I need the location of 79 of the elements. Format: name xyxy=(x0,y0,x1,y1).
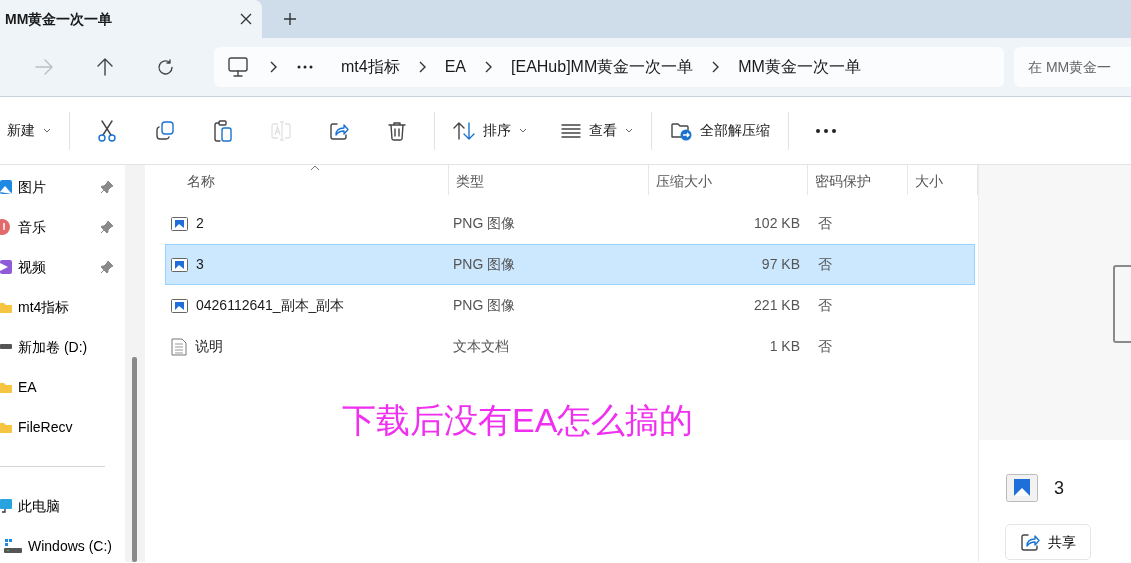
sidebar-item[interactable]: Windows (C:) xyxy=(0,526,125,562)
file-name: 2 xyxy=(196,214,204,233)
share-icon xyxy=(1020,532,1040,552)
password-status: 否 xyxy=(818,337,832,356)
drive-icon xyxy=(4,538,22,554)
sidebar-item[interactable]: 新加卷 (D:) xyxy=(0,327,125,367)
menu-button[interactable]: 查看 xyxy=(551,110,643,151)
chevron-icon xyxy=(270,61,277,73)
image-file-icon xyxy=(171,257,188,272)
image-file-icon xyxy=(1006,474,1038,502)
close-icon[interactable] xyxy=(240,13,252,25)
file-name: 说明 xyxy=(195,337,223,356)
sidebar-item[interactable]: mt4指标 xyxy=(0,287,125,327)
sidebar-item[interactable]: FileRecv xyxy=(0,407,125,447)
drive-icon xyxy=(0,344,12,350)
picture-icon xyxy=(0,179,12,195)
sidebar-item[interactable]: 音乐 xyxy=(0,207,125,247)
image-file-icon xyxy=(171,216,188,231)
file-row[interactable]: 2 PNG 图像 102 KB 否 xyxy=(165,203,975,244)
folder-icon xyxy=(0,420,12,434)
file-row[interactable]: 3 PNG 图像 97 KB 否 xyxy=(165,244,975,285)
breadcrumb-item[interactable]: MM黄金一次一单 xyxy=(727,55,872,79)
folder-extract-icon xyxy=(670,120,692,141)
sidebar-item[interactable]: 此电脑 xyxy=(0,486,125,526)
folder-icon xyxy=(0,380,12,394)
extract-all-button[interactable]: 全部解压缩 xyxy=(660,110,780,151)
computer-icon xyxy=(0,498,12,514)
window-tab[interactable]: MM黄金一次一单 xyxy=(0,0,262,38)
new-tab-icon[interactable] xyxy=(283,12,297,26)
share-button[interactable]: 共享 xyxy=(1005,524,1091,560)
file-name: 3 xyxy=(196,255,204,274)
chevron-icon xyxy=(485,61,492,73)
column-header[interactable]: 名称 xyxy=(145,165,450,195)
menu-button[interactable]: 新建 xyxy=(4,110,61,151)
caret-icon xyxy=(43,128,51,133)
file-name: 0426112641_副本_副本 xyxy=(196,296,345,315)
menu-button[interactable]: 排序 xyxy=(443,110,537,151)
music-icon xyxy=(0,219,12,235)
password-status: 否 xyxy=(818,296,832,315)
caret-icon xyxy=(519,128,527,133)
file-size: 1 KB xyxy=(768,337,800,356)
file-row[interactable]: 0426112641_副本_副本 PNG 图像 221 KB 否 xyxy=(165,285,975,326)
sidebar-item[interactable]: EA xyxy=(0,367,125,407)
password-status: 否 xyxy=(818,214,832,233)
file-type: 文本文档 xyxy=(452,337,510,356)
file-size: 102 KB xyxy=(753,214,800,233)
breadcrumb-item[interactable]: [EAHub]MM黄金一次一单 xyxy=(500,55,705,79)
search-field[interactable]: 在 MM黄金一 xyxy=(1014,47,1131,87)
preview-file-name: 3 xyxy=(1054,476,1064,500)
caret-icon xyxy=(625,128,633,133)
folder-icon xyxy=(0,300,12,314)
image-file-icon xyxy=(171,298,188,313)
computer-icon[interactable] xyxy=(228,57,248,77)
tab-title: MM黄金一次一单 xyxy=(5,9,113,29)
column-header[interactable]: 类型 xyxy=(449,165,649,195)
sidebar-item[interactable]: 视频 xyxy=(0,247,125,287)
chevron-icon xyxy=(712,61,720,73)
file-type: PNG 图像 xyxy=(452,255,517,274)
breadcrumb-item[interactable]: mt4指标 xyxy=(327,55,411,79)
file-size: 221 KB xyxy=(753,296,800,315)
file-type: PNG 图像 xyxy=(452,296,517,315)
file-type: PNG 图像 xyxy=(452,214,517,233)
file-row[interactable]: 说明 文本文档 1 KB 否 xyxy=(165,326,975,367)
column-header[interactable]: 密码保护 xyxy=(808,165,909,195)
sort-arrows-icon xyxy=(453,121,475,140)
more-icon[interactable] xyxy=(297,65,313,69)
address-bar[interactable]: mt4指标 EA [EAHub]MM黄金一次一单 MM黄金一次一单 xyxy=(214,47,1004,87)
file-size: 97 KB xyxy=(760,255,800,274)
video-icon xyxy=(0,259,12,275)
text-file-icon xyxy=(171,337,187,356)
column-header[interactable]: 压缩大小 xyxy=(648,165,809,195)
annotation-text: 下载后没有EA怎么搞的 xyxy=(342,400,695,441)
breadcrumb-item[interactable]: EA xyxy=(433,55,477,79)
chevron-icon xyxy=(418,61,426,73)
scrollbar-thumb[interactable] xyxy=(132,357,137,562)
password-status: 否 xyxy=(818,255,832,274)
column-header[interactable]: 大小 xyxy=(908,165,978,195)
sidebar-item[interactable]: 图片 xyxy=(0,167,125,207)
list-view-icon xyxy=(561,123,581,138)
